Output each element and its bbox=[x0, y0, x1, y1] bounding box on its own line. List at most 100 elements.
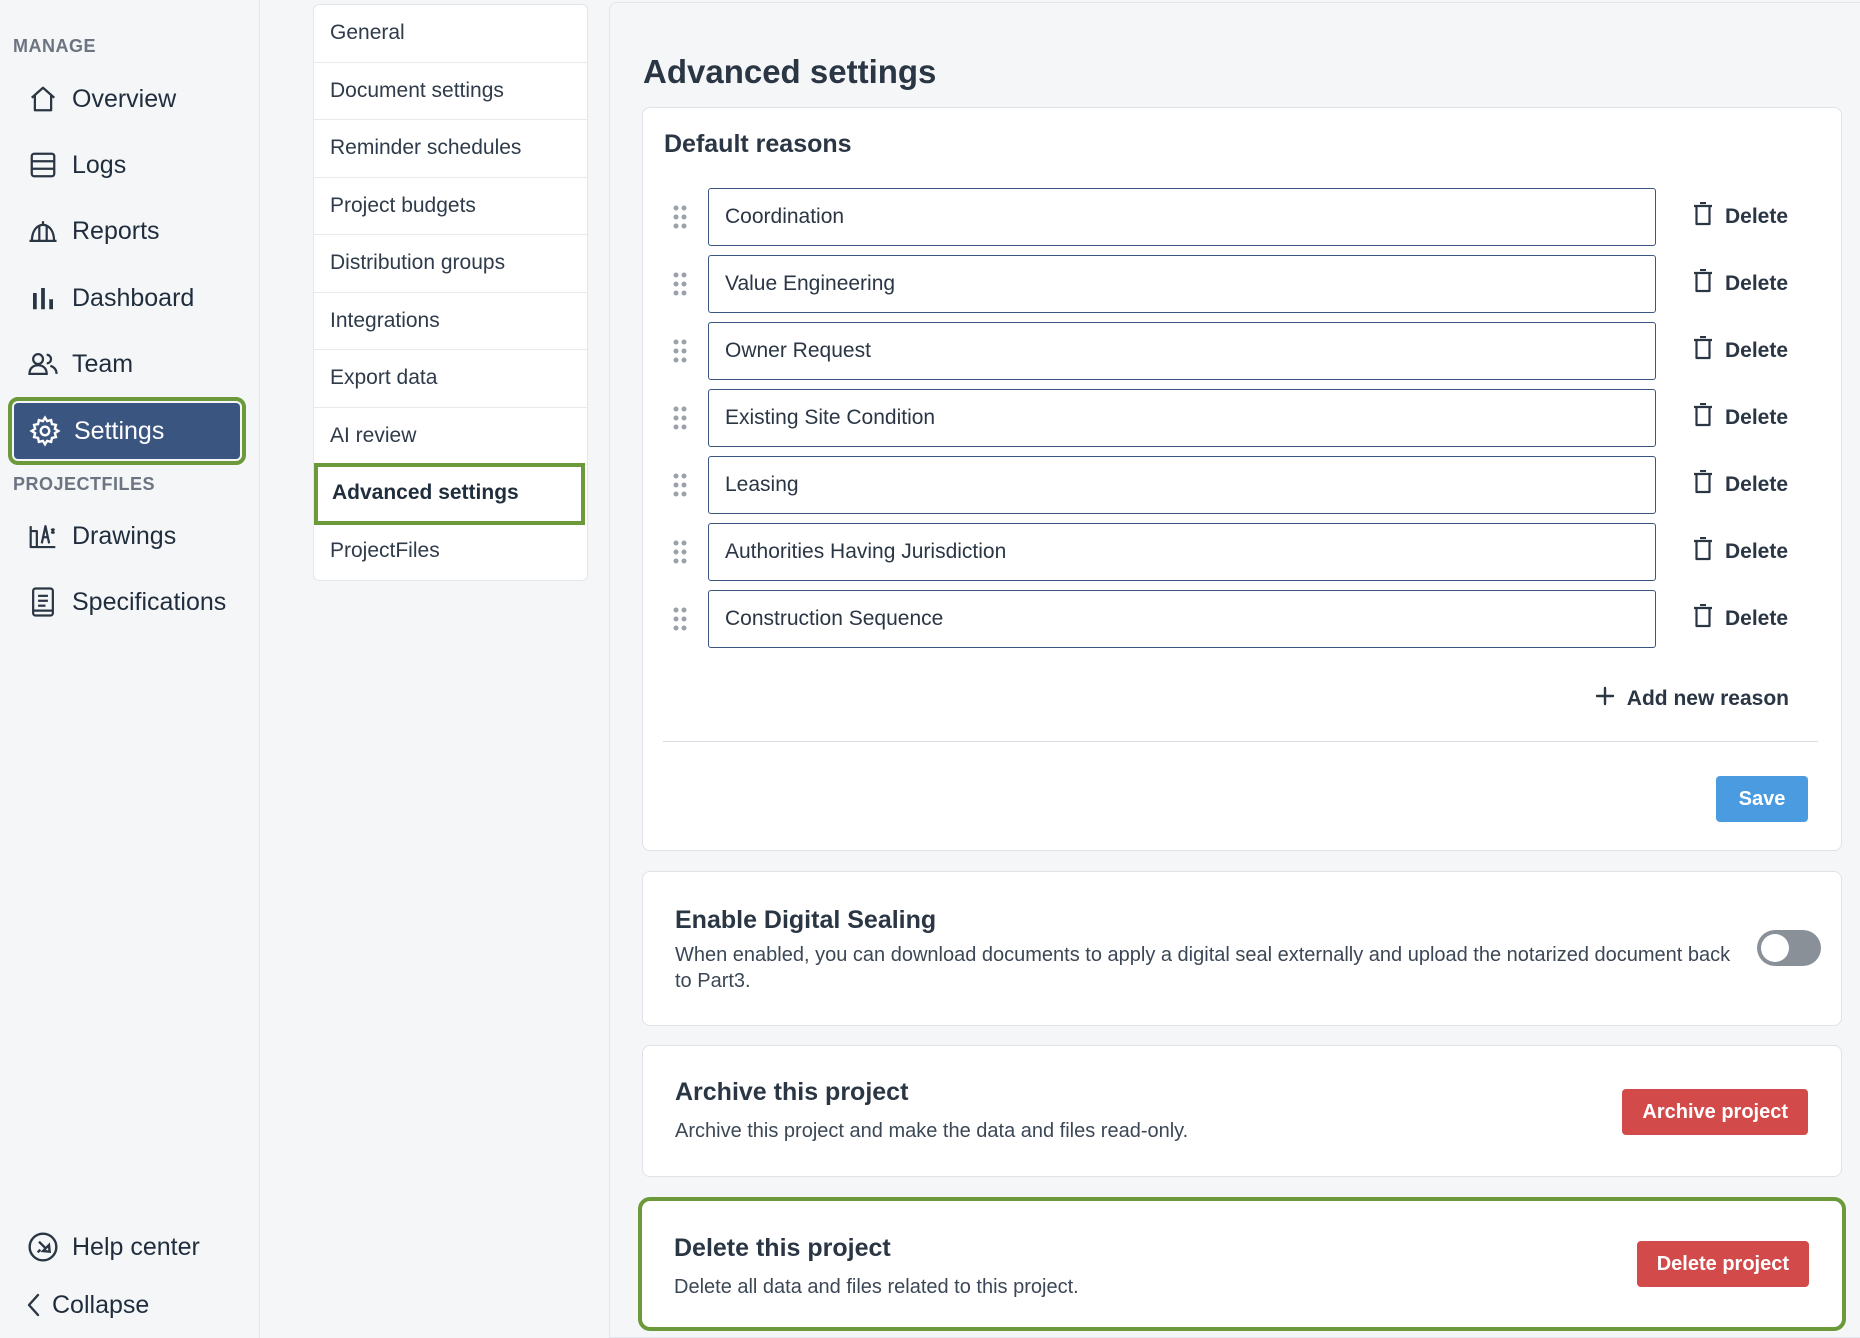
drag-handle-icon[interactable] bbox=[671, 538, 689, 566]
reason-input[interactable] bbox=[708, 255, 1656, 313]
sidebar-item-label: Settings bbox=[74, 416, 165, 445]
page-title: Advanced settings bbox=[643, 53, 937, 90]
sidebar-item-label: Team bbox=[72, 349, 134, 378]
submenu-item-advanced-settings[interactable]: Advanced settings bbox=[314, 463, 585, 525]
reason-row: Delete bbox=[663, 389, 1803, 447]
delete-reason-button[interactable]: Delete bbox=[1693, 335, 1788, 366]
chevron-left-icon bbox=[24, 1288, 44, 1322]
delete-label: Delete bbox=[1725, 205, 1789, 228]
drag-handle-icon[interactable] bbox=[671, 404, 689, 432]
divider bbox=[663, 741, 1818, 742]
delete-reason-button[interactable]: Delete bbox=[1693, 536, 1788, 567]
drag-handle-icon[interactable] bbox=[671, 203, 689, 231]
projectfiles-section-label: PROJECTFILES bbox=[13, 474, 156, 494]
reason-input[interactable] bbox=[708, 389, 1656, 447]
delete-reason-button[interactable]: Delete bbox=[1693, 603, 1788, 634]
delete-project-button[interactable]: Delete project bbox=[1636, 1241, 1809, 1287]
submenu-item-export-data[interactable]: Export data bbox=[314, 350, 587, 408]
delete-reason-button[interactable]: Delete bbox=[1693, 469, 1789, 500]
trash-icon bbox=[1693, 603, 1725, 634]
collapse-button[interactable]: Collapse bbox=[12, 1277, 242, 1333]
delete-project-title: Delete this project bbox=[674, 1234, 891, 1262]
digital-sealing-card: Enable Digital Sealing When enabled, you… bbox=[642, 871, 1842, 1026]
sidebar-item-overview[interactable]: Overview bbox=[12, 71, 242, 127]
toggle-knob bbox=[1761, 934, 1789, 962]
sidebar-item-label: Reports bbox=[72, 216, 160, 245]
delete-reason-button[interactable]: Delete bbox=[1693, 402, 1789, 433]
archive-project-button[interactable]: Archive project bbox=[1622, 1089, 1808, 1135]
sidebar: MANAGE Overview Logs Reports Dashboard T… bbox=[0, 0, 260, 1338]
add-new-reason-button[interactable]: Add new reason bbox=[1595, 686, 1789, 712]
digital-sealing-title: Enable Digital Sealing bbox=[675, 906, 937, 934]
delete-project-card: Delete this project Delete all data and … bbox=[638, 1197, 1846, 1331]
drag-handle-icon[interactable] bbox=[671, 471, 689, 499]
drag-handle-icon[interactable] bbox=[671, 337, 689, 365]
logs-icon bbox=[26, 148, 60, 182]
drag-handle-icon[interactable] bbox=[671, 605, 689, 633]
default-reasons-title: Default reasons bbox=[664, 130, 852, 158]
delete-label: Delete bbox=[1725, 473, 1789, 496]
archive-project-card: Archive this project Archive this projec… bbox=[642, 1045, 1842, 1177]
delete-label: Delete bbox=[1725, 272, 1789, 295]
main-panel: Advanced settings Default reasons Delete… bbox=[609, 2, 1860, 1338]
sidebar-item-drawings[interactable]: Drawings bbox=[12, 508, 242, 564]
drag-handle-icon[interactable] bbox=[671, 270, 689, 298]
reason-row: Delete bbox=[663, 590, 1803, 648]
reason-row: Delete bbox=[663, 188, 1803, 246]
submenu-item-distribution-groups[interactable]: Distribution groups bbox=[314, 235, 587, 293]
submenu-item-document-settings[interactable]: Document settings bbox=[314, 63, 587, 120]
sidebar-item-team[interactable]: Team bbox=[12, 336, 242, 392]
collapse-label: Collapse bbox=[52, 1290, 150, 1319]
trash-icon bbox=[1693, 268, 1725, 299]
sidebar-item-dashboard[interactable]: Dashboard bbox=[12, 270, 242, 326]
sidebar-item-label: Dashboard bbox=[72, 283, 195, 312]
delete-reason-button[interactable]: Delete bbox=[1693, 268, 1789, 299]
reason-input[interactable] bbox=[708, 523, 1656, 581]
trash-icon bbox=[1693, 402, 1725, 433]
bar-chart-icon bbox=[26, 281, 60, 315]
manage-section-label: MANAGE bbox=[13, 36, 96, 56]
trash-icon bbox=[1693, 201, 1725, 232]
reason-row: Delete bbox=[663, 322, 1803, 380]
delete-label: Delete bbox=[1725, 406, 1789, 429]
sidebar-item-settings[interactable]: Settings bbox=[8, 397, 246, 465]
sidebar-item-specifications[interactable]: Specifications bbox=[12, 574, 242, 630]
submenu-item-reminder-schedules[interactable]: Reminder schedules bbox=[314, 120, 587, 178]
sidebar-item-label: Drawings bbox=[72, 521, 177, 550]
trash-icon bbox=[1693, 335, 1725, 366]
add-new-reason-label: Add new reason bbox=[1626, 687, 1789, 710]
reports-icon bbox=[26, 214, 60, 248]
sidebar-item-logs[interactable]: Logs bbox=[12, 137, 242, 193]
home-icon bbox=[26, 82, 60, 116]
plus-icon bbox=[1595, 686, 1627, 712]
trash-icon bbox=[1693, 469, 1725, 500]
reason-input[interactable] bbox=[708, 590, 1656, 648]
sidebar-item-label: Specifications bbox=[72, 587, 227, 616]
gear-icon bbox=[28, 414, 62, 448]
trash-icon bbox=[1693, 536, 1725, 567]
default-reasons-card: Default reasons Delete Delete Delete Delete… bbox=[642, 107, 1842, 851]
delete-reason-button[interactable]: Delete bbox=[1693, 201, 1789, 232]
drawings-icon bbox=[26, 519, 60, 553]
help-center-link[interactable]: Help center bbox=[12, 1219, 242, 1275]
help-center-label: Help center bbox=[72, 1232, 200, 1261]
reason-row: Delete bbox=[663, 255, 1803, 313]
settings-submenu: General Document settings Reminder sched… bbox=[313, 4, 588, 581]
reason-row: Delete bbox=[663, 456, 1803, 514]
reason-input[interactable] bbox=[708, 322, 1656, 380]
sidebar-item-reports[interactable]: Reports bbox=[12, 203, 242, 259]
submenu-item-ai-review[interactable]: AI review bbox=[314, 408, 587, 465]
help-icon bbox=[26, 1230, 60, 1264]
submenu-item-project-budgets[interactable]: Project budgets bbox=[314, 178, 587, 235]
digital-sealing-toggle[interactable] bbox=[1757, 930, 1821, 966]
submenu-item-projectfiles[interactable]: ProjectFiles bbox=[314, 523, 587, 581]
digital-sealing-description: When enabled, you can download documents… bbox=[675, 944, 1731, 992]
sidebar-item-label: Logs bbox=[72, 150, 127, 179]
reason-input[interactable] bbox=[708, 456, 1656, 514]
submenu-item-integrations[interactable]: Integrations bbox=[314, 293, 587, 350]
save-button[interactable]: Save bbox=[1716, 776, 1808, 822]
reason-input[interactable] bbox=[708, 188, 1656, 246]
archive-project-title: Archive this project bbox=[675, 1078, 909, 1106]
archive-project-description: Archive this project and make the data a… bbox=[675, 1120, 1189, 1142]
submenu-item-general[interactable]: General bbox=[314, 5, 587, 63]
